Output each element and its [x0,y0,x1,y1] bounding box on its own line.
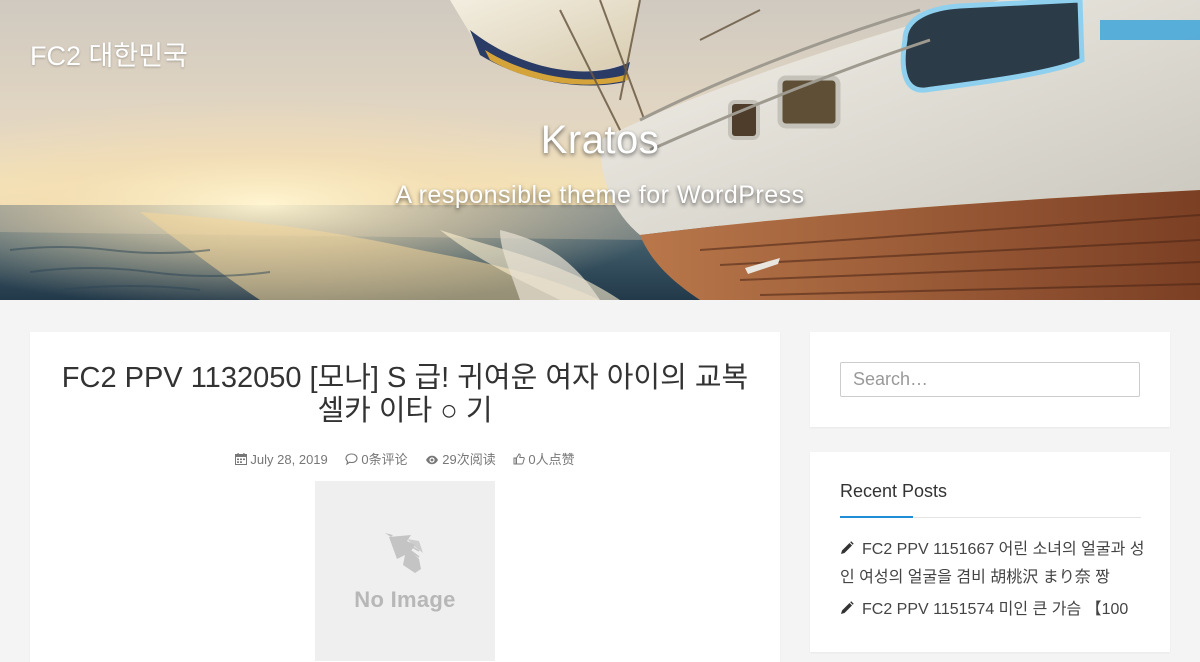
thumbs-up-icon [513,453,526,465]
eye-icon [426,455,439,465]
search-input[interactable] [840,362,1140,397]
hero-title: Kratos [540,118,660,162]
site-header: FC2 대한민국 Kratos A responsible theme for … [0,0,1200,300]
pencil-icon [841,541,854,554]
post-meta: July 28, 2019 0条评论 29次阅读 0人点赞 [30,449,780,468]
recent-post-item[interactable]: FC2 PPV 1151574 미인 큰 가슴 【100 [840,596,1145,624]
recent-posts-heading: Recent Posts [840,482,1141,518]
post-views-text: 29次阅读 [442,452,496,467]
recent-post-item[interactable]: FC2 PPV 1151667 어린 소녀의 얼굴과 성인 여성의 얼굴을 겸비… [840,536,1145,592]
search-widget [810,332,1170,427]
post-views: 29次阅读 [425,449,496,468]
recent-posts-heading-text: Recent Posts [840,481,948,501]
unicorn-icon [385,533,423,573]
thumbnail-placeholder-text: No Image [354,587,456,612]
post-likes-text: 0人点赞 [528,452,575,467]
post-thumbnail[interactable]: No Image [315,481,495,661]
recent-post-link[interactable]: FC2 PPV 1151667 어린 소녀의 얼굴과 성인 여성의 얼굴을 겸비… [840,541,1145,586]
post-card: FC2 PPV 1132050 [모나] S 급! 귀여운 여자 아이의 교복 … [30,332,780,662]
site-name-link[interactable]: FC2 대한민국 [30,34,188,73]
comment-icon [345,453,358,465]
recent-posts-list: FC2 PPV 1151667 어린 소녀의 얼굴과 성인 여성의 얼굴을 겸비… [840,536,1145,628]
post-likes[interactable]: 0人点赞 [513,449,575,468]
pencil-icon [841,601,854,614]
hero-subtitle: A responsible theme for WordPress [395,181,805,209]
calendar-icon [235,453,248,465]
recent-posts-widget: Recent Posts FC2 PPV 1151667 어린 소녀의 얼굴과 … [810,452,1170,652]
recent-post-link[interactable]: FC2 PPV 1151574 미인 큰 가슴 【100 [862,601,1128,618]
heading-accent-underline [840,516,913,518]
post-comments-text: 0条评论 [361,452,408,467]
post-date: July 28, 2019 [235,452,328,467]
post-title[interactable]: FC2 PPV 1132050 [모나] S 급! 귀여운 여자 아이의 교복 … [30,332,780,428]
post-comments[interactable]: 0条评论 [345,449,408,468]
post-date-text: July 28, 2019 [250,452,328,467]
